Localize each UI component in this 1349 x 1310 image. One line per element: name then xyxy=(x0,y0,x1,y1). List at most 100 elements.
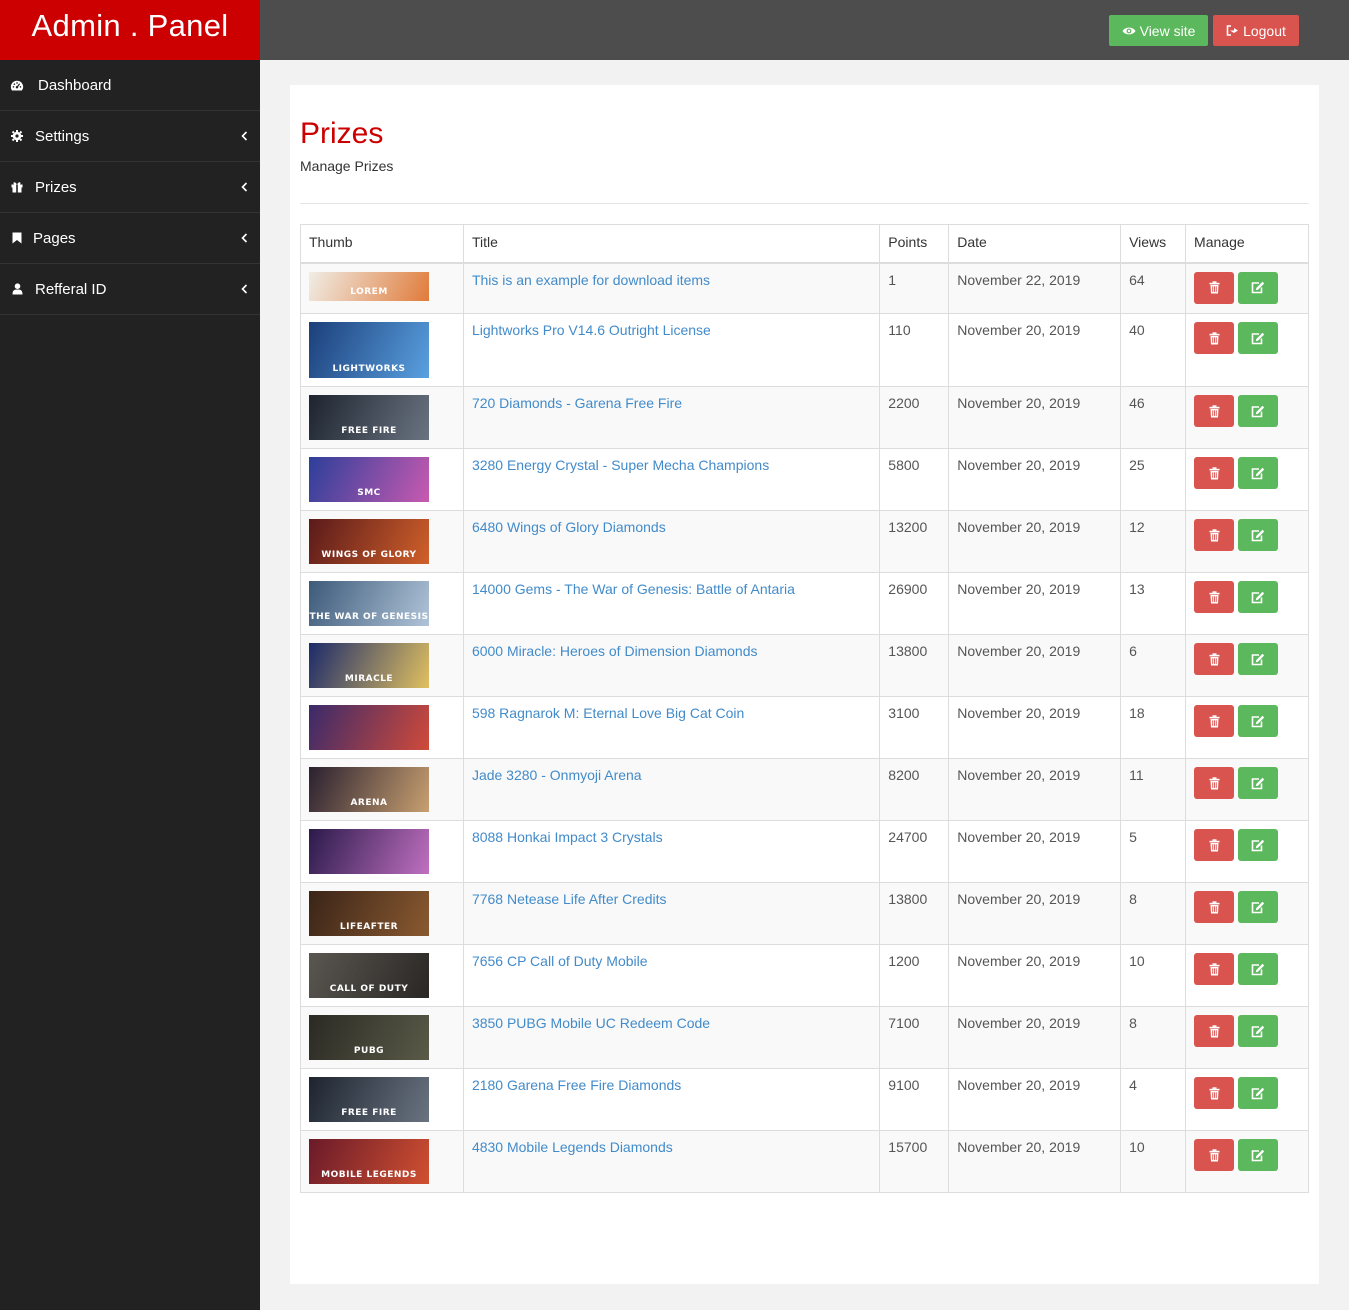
views-cell: 18 xyxy=(1120,696,1187,759)
edit-button[interactable] xyxy=(1238,519,1279,551)
thumbnail-label: ARENA xyxy=(350,798,388,808)
prize-title-link[interactable]: 3850 PUBG Mobile UC Redeem Code xyxy=(472,1015,710,1031)
manage-cell xyxy=(1185,262,1309,314)
edit-button[interactable] xyxy=(1238,705,1279,737)
views-cell: 10 xyxy=(1120,1130,1187,1193)
prize-title-link[interactable]: 14000 Gems - The War of Genesis: Battle … xyxy=(472,581,795,597)
table-row: LOREM This is an example for download ite… xyxy=(300,262,1309,314)
prize-thumbnail: MIRACLE xyxy=(309,643,429,688)
date-cell: November 20, 2019 xyxy=(948,448,1122,511)
sidebar-item-label: Settings xyxy=(35,127,90,145)
points-cell: 3100 xyxy=(879,696,950,759)
prize-title-link[interactable]: 7656 CP Call of Duty Mobile xyxy=(472,953,648,969)
brand-logo[interactable]: Admin . Panel xyxy=(0,0,260,60)
prize-title-link[interactable]: Lightworks Pro V14.6 Outright License xyxy=(472,322,711,338)
date-cell: November 20, 2019 xyxy=(948,820,1122,883)
delete-button[interactable] xyxy=(1194,395,1235,427)
sidebar-item-refferal-id[interactable]: Refferal ID xyxy=(0,264,260,315)
edit-button[interactable] xyxy=(1238,1139,1279,1171)
prize-title-link[interactable]: This is an example for download items xyxy=(472,272,710,288)
prize-title-link[interactable]: 8088 Honkai Impact 3 Crystals xyxy=(472,829,663,845)
edit-button[interactable] xyxy=(1238,322,1279,354)
delete-button[interactable] xyxy=(1194,581,1235,613)
delete-button[interactable] xyxy=(1194,271,1235,304)
prize-title-link[interactable]: 720 Diamonds - Garena Free Fire xyxy=(472,395,682,411)
delete-button[interactable] xyxy=(1194,767,1235,799)
delete-button[interactable] xyxy=(1194,457,1235,489)
prize-title-link[interactable]: 3280 Energy Crystal - Super Mecha Champi… xyxy=(472,457,769,473)
edit-button[interactable] xyxy=(1238,1015,1279,1047)
edit-button[interactable] xyxy=(1238,457,1279,489)
prize-title-link[interactable]: 6480 Wings of Glory Diamonds xyxy=(472,519,666,535)
delete-button[interactable] xyxy=(1194,322,1235,354)
delete-button[interactable] xyxy=(1194,1077,1235,1109)
dashboard-icon xyxy=(10,78,24,92)
sidebar-item-label: Refferal ID xyxy=(35,280,107,298)
chevron-left-icon xyxy=(241,284,248,294)
delete-button[interactable] xyxy=(1194,1139,1235,1171)
sidebar-item-label: Pages xyxy=(33,229,76,247)
trash-icon xyxy=(1209,900,1220,913)
delete-button[interactable] xyxy=(1194,519,1235,551)
delete-button[interactable] xyxy=(1194,1015,1235,1047)
prize-title-link[interactable]: 598 Ragnarok M: Eternal Love Big Cat Coi… xyxy=(472,705,744,721)
edit-button[interactable] xyxy=(1238,767,1279,799)
edit-button[interactable] xyxy=(1238,581,1279,613)
delete-button[interactable] xyxy=(1194,891,1235,923)
edit-button[interactable] xyxy=(1238,643,1279,675)
prize-title-link[interactable]: 6000 Miracle: Heroes of Dimension Diamon… xyxy=(472,643,758,659)
sidebar-item-pages[interactable]: Pages xyxy=(0,213,260,264)
edit-button[interactable] xyxy=(1238,395,1279,427)
manage-cell xyxy=(1185,1006,1309,1069)
page-title: Prizes xyxy=(300,117,384,150)
trash-icon xyxy=(1209,962,1220,975)
prize-title-link[interactable]: 4830 Mobile Legends Diamonds xyxy=(472,1139,673,1155)
manage-cell xyxy=(1185,882,1309,945)
prize-thumbnail: PUBG xyxy=(309,1015,429,1060)
delete-button[interactable] xyxy=(1194,643,1235,675)
prize-title-link[interactable]: 7768 Netease Life After Credits xyxy=(472,891,667,907)
edit-button[interactable] xyxy=(1238,271,1279,304)
delete-button[interactable] xyxy=(1194,829,1235,861)
edit-icon xyxy=(1251,1087,1265,1099)
title-cell: 6000 Miracle: Heroes of Dimension Diamon… xyxy=(462,634,881,697)
prize-title-link[interactable]: 2180 Garena Free Fire Diamonds xyxy=(472,1077,681,1093)
edit-icon xyxy=(1251,591,1265,603)
points-cell: 2200 xyxy=(879,386,950,449)
prize-thumbnail: LOREM xyxy=(309,271,429,301)
edit-button[interactable] xyxy=(1238,829,1279,861)
trash-icon xyxy=(1209,466,1220,479)
prizes-table: Thumb Title Points Date Views Manage LOR… xyxy=(300,224,1309,1193)
thumb-cell xyxy=(300,820,464,883)
edit-button[interactable] xyxy=(1238,1077,1279,1109)
title-cell: 7656 CP Call of Duty Mobile xyxy=(462,944,881,1007)
table-row: FREE FIRE 720 Diamonds - Garena Free Fire… xyxy=(300,386,1309,449)
title-cell: 2180 Garena Free Fire Diamonds xyxy=(462,1068,881,1131)
view-site-button[interactable]: View site xyxy=(1109,15,1208,46)
title-cell: Jade 3280 - Onmyoji Arena xyxy=(462,758,881,821)
manage-cell xyxy=(1185,696,1309,759)
trash-icon xyxy=(1209,1024,1220,1037)
table-row: ARENA Jade 3280 - Onmyoji Arena 8200 Novemb… xyxy=(300,758,1309,821)
logout-button[interactable]: Logout xyxy=(1213,15,1299,46)
thumbnail-label: LIGHTWORKS xyxy=(332,364,406,374)
sidebar-item-prizes[interactable]: Prizes xyxy=(0,162,260,213)
thumb-cell: MIRACLE xyxy=(300,634,464,697)
table-row: SMC 3280 Energy Crystal - Super Mecha Cha… xyxy=(300,448,1309,511)
thumbnail-label: PUBG xyxy=(353,1046,385,1056)
trash-icon xyxy=(1209,404,1220,417)
edit-button[interactable] xyxy=(1238,891,1279,923)
date-cell: November 20, 2019 xyxy=(948,696,1122,759)
edit-icon xyxy=(1251,1025,1265,1037)
delete-button[interactable] xyxy=(1194,953,1235,985)
delete-button[interactable] xyxy=(1194,705,1235,737)
thumbnail-label: FREE FIRE xyxy=(341,1108,397,1118)
prize-title-link[interactable]: Jade 3280 - Onmyoji Arena xyxy=(472,767,642,783)
sidebar-item-settings[interactable]: Settings xyxy=(0,111,260,162)
edit-button[interactable] xyxy=(1238,953,1279,985)
column-header-views: Views xyxy=(1120,224,1187,264)
table-header-row: Thumb Title Points Date Views Manage xyxy=(300,224,1309,264)
edit-icon xyxy=(1251,281,1265,294)
sidebar-item-dashboard[interactable]: Dashboard xyxy=(0,60,260,111)
table-row: FREE FIRE 2180 Garena Free Fire Diamonds 9… xyxy=(300,1068,1309,1131)
